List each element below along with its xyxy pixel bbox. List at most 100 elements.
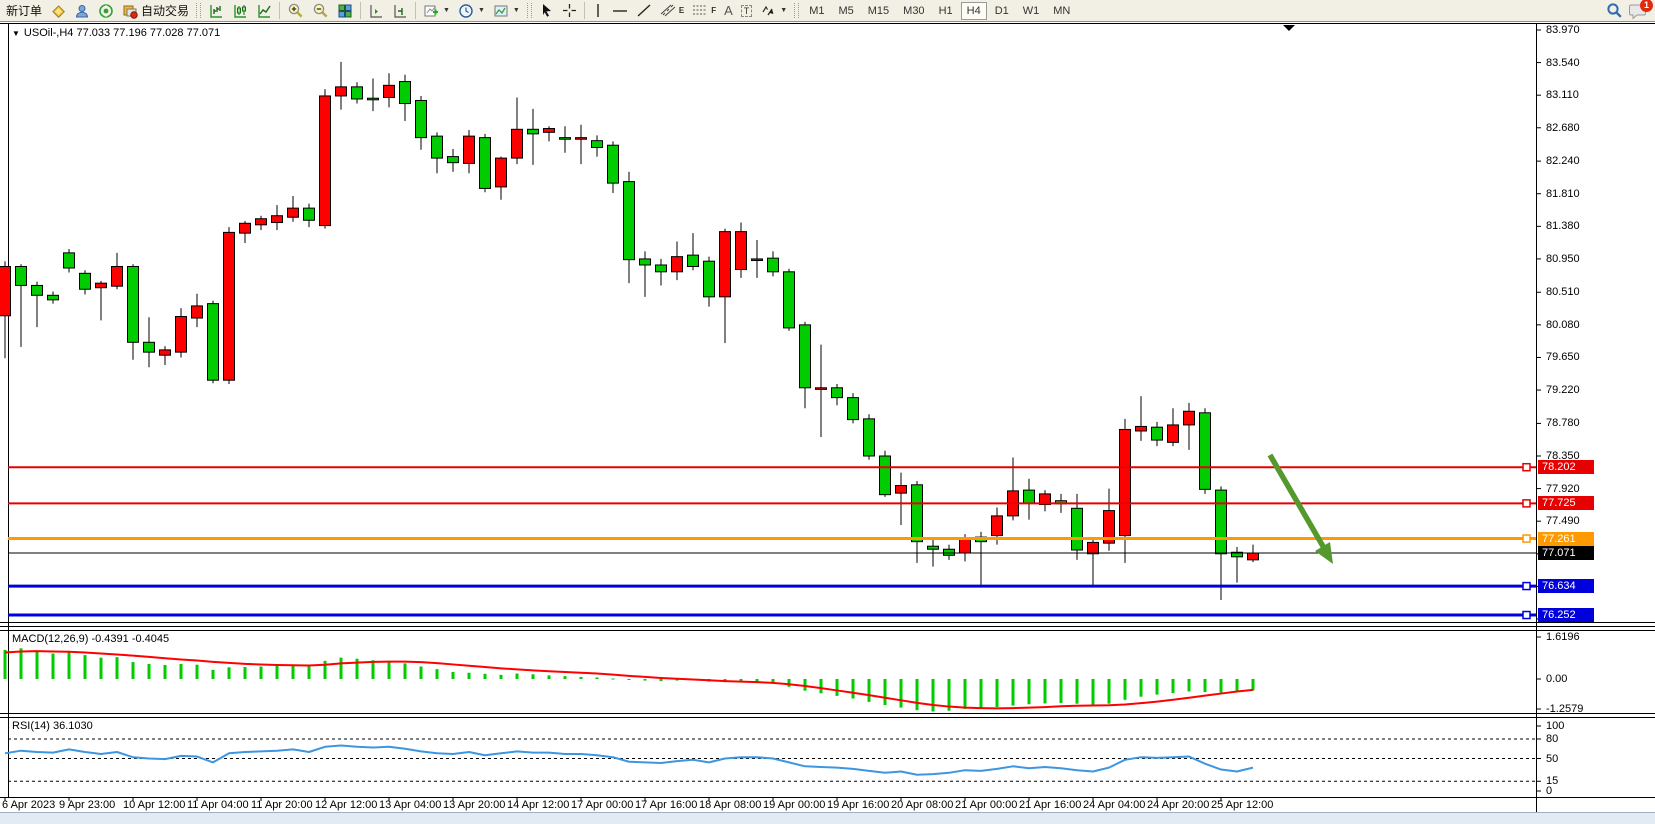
macd-histogram-bar [196, 665, 199, 679]
line-endpoint-handle[interactable] [1523, 500, 1530, 507]
macd-histogram-bar [260, 667, 263, 679]
candle-down [528, 129, 539, 134]
macd-histogram-bar [20, 648, 23, 679]
macd-histogram-bar [484, 674, 487, 679]
candle-down [1072, 508, 1083, 550]
current-price-box: 77.071 [1538, 546, 1594, 560]
candle-down [128, 266, 139, 342]
candle-down [432, 136, 443, 158]
candle-up [576, 138, 587, 140]
macd-histogram-bar [340, 658, 343, 679]
candle-up [160, 350, 171, 355]
macd-histogram-bar [548, 675, 551, 679]
candle-down [304, 208, 315, 220]
candle-down [32, 285, 43, 295]
candle-down [832, 388, 843, 398]
price-tick-label: 83.970 [1546, 24, 1580, 36]
candle-down [208, 304, 219, 381]
time-tick-label: 11 Apr 04:00 [187, 799, 249, 811]
candle-down [64, 253, 75, 268]
rsi-scale-label: 50 [1546, 753, 1558, 765]
line-endpoint-handle[interactable] [1523, 612, 1530, 619]
macd-histogram-bar [36, 652, 39, 679]
macd-histogram-bar [820, 679, 823, 693]
macd-label: MACD(12,26,9) -0.4391 -0.4045 [12, 633, 169, 645]
macd-histogram-bar [532, 674, 535, 679]
macd-histogram-bar [500, 675, 503, 679]
candle-down [656, 265, 667, 272]
macd-histogram-bar [244, 667, 247, 679]
macd-histogram-bar [308, 667, 311, 679]
price-tick-label: 82.240 [1546, 155, 1580, 167]
candle-down [624, 182, 635, 260]
candle-down [688, 255, 699, 266]
candle-up [384, 85, 395, 97]
candle-down [560, 138, 571, 140]
candle-up [288, 208, 299, 217]
time-tick-label: 13 Apr 20:00 [443, 799, 505, 811]
candle-up [112, 266, 123, 286]
level-price-box: 77.261 [1538, 532, 1594, 546]
macd-histogram-bar [916, 679, 919, 710]
macd-histogram-bar [644, 679, 647, 681]
candle-up [496, 158, 507, 187]
candle-up [1168, 425, 1179, 442]
macd-histogram-bar [4, 650, 7, 679]
macd-histogram-bar [68, 652, 71, 679]
macd-histogram-bar [1124, 679, 1127, 700]
candle-down [704, 261, 715, 297]
macd-histogram-bar [1172, 679, 1175, 693]
candle-down [1152, 427, 1163, 440]
time-tick-label: 12 Apr 12:00 [315, 799, 377, 811]
price-tick-label: 81.380 [1546, 220, 1580, 232]
macd-histogram-bar [404, 663, 407, 679]
candle-up [0, 266, 11, 315]
line-endpoint-handle[interactable] [1523, 583, 1530, 590]
candle-up [336, 87, 347, 96]
macd-histogram-bar [884, 679, 887, 705]
time-tick-label: 10 Apr 12:00 [123, 799, 185, 811]
candle-up [256, 219, 267, 225]
macd-histogram-bar [100, 658, 103, 679]
price-tick-label: 82.680 [1546, 122, 1580, 134]
price-tick-label: 80.950 [1546, 253, 1580, 265]
macd-histogram-bar [804, 679, 807, 691]
rsi-scale-label: 0 [1546, 785, 1552, 797]
macd-histogram-bar [292, 665, 295, 679]
candle-down [144, 342, 155, 352]
time-tick-label: 24 Apr 20:00 [1147, 799, 1209, 811]
macd-histogram-bar [1156, 679, 1159, 695]
time-tick-label: 17 Apr 16:00 [635, 799, 697, 811]
time-tick-label: 25 Apr 12:00 [1211, 799, 1273, 811]
rsi-scale-label: 100 [1546, 720, 1564, 732]
macd-histogram-bar [132, 662, 135, 679]
macd-histogram-bar [212, 670, 215, 679]
candle-down [80, 273, 91, 289]
candle-up [960, 538, 971, 553]
level-price-box: 77.725 [1538, 496, 1594, 510]
trend-arrow-shaft[interactable] [1270, 455, 1324, 548]
candle-up [96, 283, 107, 288]
mt4-window: 新订单 自动交易 [0, 0, 1655, 824]
line-endpoint-handle[interactable] [1523, 464, 1530, 471]
candle-down [480, 138, 491, 189]
time-tick-label: 20 Apr 08:00 [891, 799, 953, 811]
chart-plot-area[interactable] [0, 0, 1655, 824]
time-tick-label: 14 Apr 12:00 [507, 799, 569, 811]
macd-histogram-bar [1220, 679, 1223, 693]
macd-histogram-bar [1012, 679, 1015, 706]
candle-up [272, 216, 283, 223]
macd-histogram-bar [852, 679, 855, 699]
candle-up [672, 257, 683, 272]
chart-shift-marker-icon[interactable] [1283, 25, 1295, 31]
macd-histogram-bar [276, 665, 279, 679]
collapse-triangle-icon[interactable]: ▼ [12, 29, 20, 38]
candle-up [1120, 429, 1131, 535]
candle-up [1088, 542, 1099, 553]
price-tick-label: 77.920 [1546, 483, 1580, 495]
candle-down [592, 141, 603, 148]
line-endpoint-handle[interactable] [1523, 535, 1530, 542]
price-tick-label: 80.510 [1546, 286, 1580, 298]
candle-down [400, 82, 411, 104]
candle-down [448, 157, 459, 163]
